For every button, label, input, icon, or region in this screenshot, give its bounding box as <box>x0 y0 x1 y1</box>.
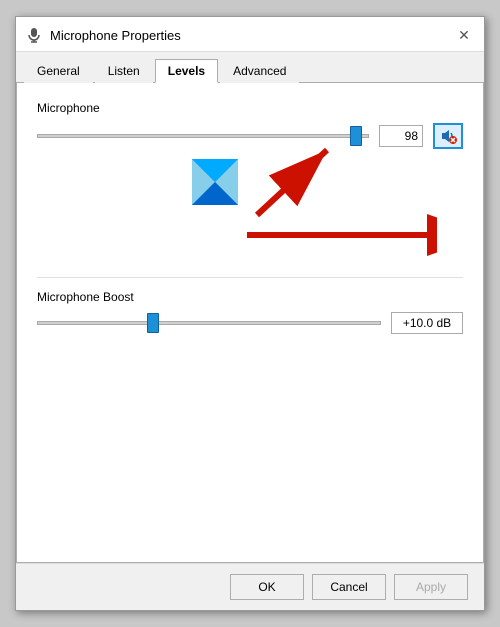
speaker-mute-icon <box>439 127 457 145</box>
title-bar-left: Microphone Properties <box>26 27 181 43</box>
tab-advanced[interactable]: Advanced <box>220 59 299 83</box>
tab-general[interactable]: General <box>24 59 93 83</box>
mute-button[interactable] <box>433 123 463 149</box>
close-button[interactable]: ✕ <box>454 25 474 45</box>
red-arrow-annotation-2 <box>237 205 437 265</box>
tab-listen[interactable]: Listen <box>95 59 153 83</box>
section-divider <box>37 277 463 278</box>
boost-label: Microphone Boost <box>37 290 463 304</box>
tab-content: Microphone 98 <box>16 83 484 563</box>
boost-value: +10.0 dB <box>391 312 463 334</box>
microphone-value: 98 <box>379 125 423 147</box>
annotation-area <box>37 155 463 265</box>
boost-slider[interactable] <box>37 321 381 325</box>
footer: OK Cancel Apply <box>16 563 484 610</box>
tab-levels[interactable]: Levels <box>155 59 218 83</box>
microphone-icon <box>26 27 42 43</box>
title-bar: Microphone Properties ✕ <box>16 17 484 52</box>
microphone-label: Microphone <box>37 101 463 115</box>
window-title: Microphone Properties <box>50 28 181 43</box>
tab-bar: General Listen Levels Advanced <box>16 52 484 83</box>
boost-slider-row: +10.0 dB <box>37 312 463 334</box>
properties-window: Microphone Properties ✕ General Listen L… <box>15 16 485 611</box>
ok-button[interactable]: OK <box>230 574 304 600</box>
apply-button[interactable]: Apply <box>394 574 468 600</box>
cancel-button[interactable]: Cancel <box>312 574 386 600</box>
